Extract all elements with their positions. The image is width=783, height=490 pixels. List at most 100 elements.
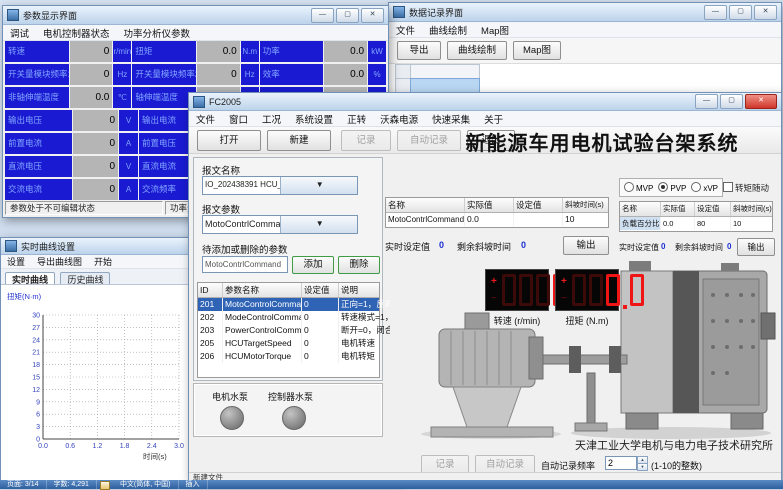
- curve-draw-button[interactable]: 曲线绘制: [447, 41, 507, 60]
- chevron-down-icon[interactable]: ▼: [280, 216, 358, 233]
- svg-text:9: 9: [36, 399, 40, 406]
- radio-icon: [658, 182, 668, 192]
- app-icon: [7, 9, 19, 21]
- menu-window[interactable]: 窗口: [222, 112, 255, 126]
- menu-power-supply[interactable]: 沃森电源: [373, 112, 425, 126]
- param-window-titlebar[interactable]: 参数显示界面 — ▢ ✕: [3, 6, 388, 25]
- grid-corner-cell[interactable]: [395, 64, 411, 79]
- radio-xvp[interactable]: xVP: [691, 182, 718, 193]
- table-row[interactable]: 202 ModeControlCommand 0 转速模式=1，: [198, 311, 379, 324]
- ramp-remaining-label: 剩余斜坡时间: [675, 242, 723, 253]
- motor-pump-indicator[interactable]: [220, 406, 244, 430]
- map-button[interactable]: Map图: [513, 41, 561, 60]
- col-id[interactable]: ID: [198, 283, 223, 297]
- freq-spinner[interactable]: ▲ ▼: [605, 456, 648, 471]
- language-indicator[interactable]: 中文(简体, 中国): [113, 480, 179, 489]
- main-window-titlebar[interactable]: FC2005 — ▢ ✕: [189, 93, 781, 111]
- torque-led-label: 扭矩 (N.m): [552, 314, 622, 327]
- menu-controller-status[interactable]: 电机控制器状态: [36, 26, 117, 40]
- table-row[interactable]: 201 MotoControlCommand 0 正向=1，反向: [198, 298, 379, 311]
- record-window-titlebar[interactable]: 数据记录界面 — ▢ ✕: [389, 3, 781, 22]
- spinner-down-icon[interactable]: ▼: [637, 464, 648, 471]
- open-button[interactable]: 打开: [197, 130, 261, 151]
- svg-text:2.4: 2.4: [147, 443, 157, 450]
- svg-text:扭矩(N·m): 扭矩(N·m): [7, 291, 42, 301]
- msg-name-value: IO_202438391 HCU_PU_4096:8HCU: [203, 177, 280, 194]
- record-button[interactable]: 记录: [341, 130, 391, 151]
- param-unit: A: [119, 133, 138, 154]
- maximize-icon[interactable]: ▢: [729, 5, 752, 20]
- checkbox-icon: [723, 182, 733, 192]
- motor-pump-label: 电机水泵: [212, 390, 248, 403]
- param-value: 0.0: [324, 64, 367, 85]
- table-row[interactable]: 205 HCUTargetSpeed 0 电机转速: [198, 337, 379, 350]
- freq-input[interactable]: [605, 456, 637, 470]
- menu-forward[interactable]: 正转: [340, 112, 373, 126]
- svg-text:15: 15: [32, 375, 40, 382]
- add-del-label: 待添加或删除的参数: [202, 242, 288, 256]
- load-set-table: 名称 实际值 设定值 斜坡时间(s) 负载百分比 0.0 80 10: [619, 201, 773, 232]
- table-row[interactable]: 203 PowerControlCommand 0 断开=0，闭合: [198, 324, 379, 337]
- menu-system-settings[interactable]: 系统设置: [288, 112, 340, 126]
- menu-debug[interactable]: 调试: [3, 26, 36, 40]
- ramp-remaining-label: 剩余斜坡时间: [457, 240, 511, 253]
- add-del-input[interactable]: [202, 256, 288, 273]
- menu-working-condition[interactable]: 工况: [255, 112, 288, 126]
- menu-start[interactable]: 开始: [88, 255, 118, 268]
- insert-mode[interactable]: 插入: [179, 480, 208, 489]
- col-set-value[interactable]: 设定值: [302, 283, 339, 297]
- delete-button[interactable]: 删除: [338, 256, 380, 274]
- menu-map[interactable]: Map图: [474, 23, 516, 37]
- new-button[interactable]: 新建: [267, 130, 331, 151]
- menu-file[interactable]: 文件: [189, 112, 222, 126]
- word-count[interactable]: 字数: 4,291: [47, 480, 97, 489]
- menu-power-analyzer[interactable]: 功率分析仪参数: [117, 26, 198, 40]
- menu-curve-draw[interactable]: 曲线绘制: [422, 23, 474, 37]
- col-desc[interactable]: 说明: [339, 283, 390, 297]
- speed-output-button[interactable]: 输出: [563, 236, 609, 255]
- grid-header-cell[interactable]: [410, 64, 480, 79]
- menu-export-curve[interactable]: 导出曲线图: [31, 255, 88, 268]
- msg-name-combobox[interactable]: IO_202438391 HCU_PU_4096:8HCU ▼: [202, 176, 358, 195]
- param-value: 0.0: [324, 41, 367, 62]
- msg-param-combobox[interactable]: MotoContrlCommand ▼: [202, 215, 358, 234]
- table-row[interactable]: 206 HCUMotorTorque 0 电机转矩: [198, 350, 379, 363]
- table-row[interactable]: MotoContrlCommand 0.0 10: [386, 213, 608, 226]
- menu-file[interactable]: 文件: [389, 23, 422, 37]
- menu-about[interactable]: 关于: [477, 112, 510, 126]
- radio-pvp[interactable]: PVP: [658, 182, 686, 193]
- close-icon[interactable]: ✕: [754, 5, 777, 20]
- led-digit: [630, 274, 644, 306]
- chevron-down-icon[interactable]: ▼: [280, 177, 358, 194]
- torque-follow-checkbox[interactable]: 转矩随动: [723, 182, 769, 194]
- maximize-icon[interactable]: ▢: [336, 8, 359, 23]
- load-output-button[interactable]: 输出: [737, 238, 775, 256]
- svg-text:12: 12: [32, 387, 40, 394]
- msg-param-value: MotoContrlCommand: [203, 216, 280, 233]
- svg-text:30: 30: [32, 313, 40, 320]
- menu-quick-acquire[interactable]: 快速采集: [425, 112, 477, 126]
- controller-pump-indicator[interactable]: [282, 406, 306, 430]
- add-button[interactable]: 添加: [292, 256, 334, 274]
- radio-mvp[interactable]: MVP: [624, 182, 653, 193]
- export-button[interactable]: 导出: [397, 41, 441, 60]
- minimize-icon[interactable]: —: [695, 94, 718, 109]
- close-icon[interactable]: ✕: [361, 8, 384, 23]
- menu-settings[interactable]: 设置: [1, 255, 31, 268]
- led-digit: [519, 274, 533, 306]
- spinner-up-icon[interactable]: ▲: [637, 456, 648, 464]
- page-indicator[interactable]: 页面: 3/14: [0, 480, 47, 489]
- close-icon[interactable]: ✕: [745, 94, 777, 109]
- param-label: 开关量模块频率2: [132, 64, 196, 85]
- table-row[interactable]: 负载百分比 0.0 80 10: [620, 217, 772, 230]
- minimize-icon[interactable]: —: [704, 5, 727, 20]
- chart-panel: 扭矩(N·m)3027242118151296300.00.61.21.82.4…: [1, 284, 192, 481]
- param-label: 前置电流: [5, 133, 72, 154]
- col-param-name[interactable]: 参数名称: [223, 283, 302, 297]
- led-decimal-point: [623, 305, 627, 309]
- param-label: 扭矩: [132, 41, 196, 62]
- maximize-icon[interactable]: ▢: [720, 94, 743, 109]
- led-digit: [536, 274, 550, 306]
- app-icon: [393, 6, 405, 18]
- minimize-icon[interactable]: —: [311, 8, 334, 23]
